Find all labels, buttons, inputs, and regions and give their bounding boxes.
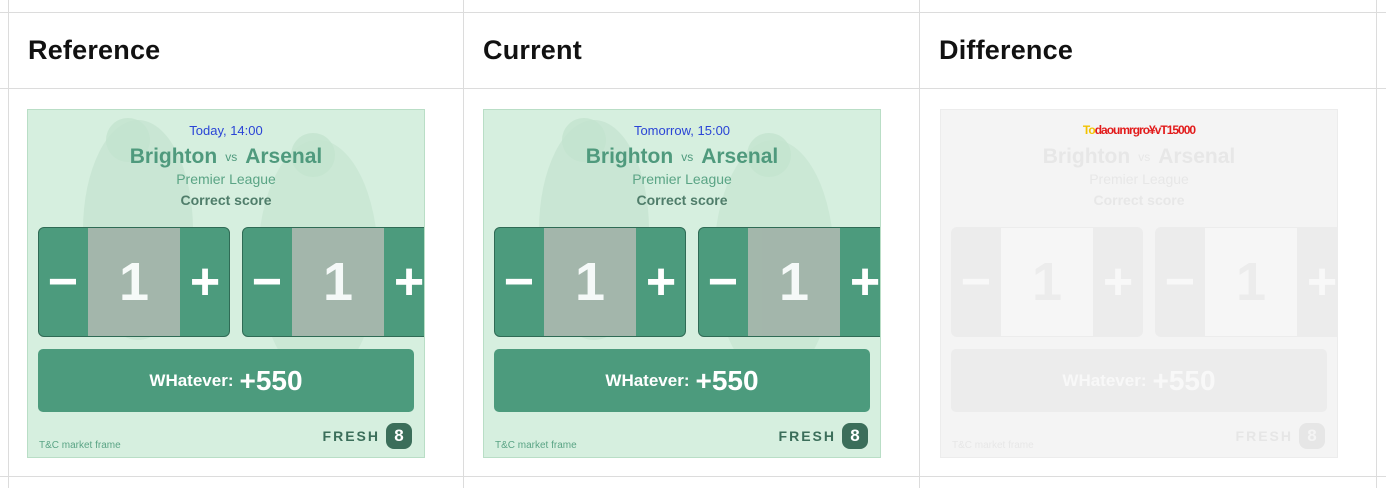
- away-team: Arsenal: [701, 145, 779, 168]
- current-widget: Tomorrow, 15:00 Brighton vs Arsenal Premie…: [483, 109, 881, 458]
- fresh8-logo-icon: 8: [386, 423, 412, 449]
- reference-widget: Today, 14:00 Brighton vs Arsenal Premier L…: [27, 109, 425, 458]
- plus-icon[interactable]: +: [385, 228, 424, 336]
- plus-icon[interactable]: +: [181, 228, 229, 336]
- bet-button[interactable]: WHatever: +550: [38, 349, 414, 412]
- fresh8-logo-icon: 8: [1299, 423, 1325, 449]
- market-name: Correct score: [180, 192, 272, 208]
- bet-button-odds: +550: [695, 364, 759, 396]
- market-name: Correct score: [636, 192, 728, 208]
- vs-label: vs: [1138, 150, 1151, 165]
- plus-icon: +: [1102, 253, 1134, 311]
- terms-link[interactable]: T&C market frame: [39, 440, 121, 451]
- diff-datetime-highlight: Todaoumrgro¥vT15000: [941, 123, 1337, 137]
- match-teams: Brighton vs Arsenal: [28, 145, 424, 169]
- header-label: Reference: [28, 34, 161, 65]
- header-divider: [0, 88, 1386, 89]
- home-score-stepper: − 1 +: [494, 227, 686, 337]
- vs-label: vs: [225, 150, 238, 165]
- bet-button[interactable]: WHatever: +550: [494, 349, 870, 412]
- home-score-value: 1: [88, 228, 180, 336]
- minus-icon[interactable]: −: [495, 228, 543, 336]
- header-difference: Difference: [919, 12, 1376, 88]
- comparison-table: Reference Current Difference Today, 14:0…: [0, 0, 1386, 488]
- away-score-value: 1: [292, 228, 384, 336]
- bet-button: WHatever: +550: [951, 349, 1327, 412]
- terms-link: T&C market frame: [952, 440, 1034, 451]
- home-team: Brighton: [129, 145, 218, 168]
- brand-word: FRESH: [1235, 428, 1293, 444]
- home-score-value: 1: [1001, 228, 1093, 336]
- minus-icon[interactable]: −: [243, 228, 291, 336]
- bet-button-odds: +550: [1152, 364, 1216, 396]
- match-datetime: Today, 14:00: [189, 123, 263, 138]
- away-team: Arsenal: [245, 145, 323, 168]
- away-score-value: 1: [1205, 228, 1297, 336]
- fresh8-logo-icon: 8: [842, 423, 868, 449]
- header-current: Current: [463, 12, 919, 88]
- plus-icon[interactable]: +: [637, 228, 685, 336]
- away-team: Arsenal: [1158, 145, 1236, 168]
- plus-icon[interactable]: +: [841, 228, 880, 336]
- home-score-stepper: − 1 +: [38, 227, 230, 337]
- difference-widget: Todaoumrgro¥vT15000 Brighton vs Arsenal Pr…: [940, 109, 1338, 458]
- fresh8-logo: FRESH 8: [323, 423, 412, 449]
- league-name: Premier League: [1089, 171, 1189, 187]
- bet-button-label: WHatever:: [605, 370, 690, 390]
- column-divider: [1376, 0, 1377, 488]
- fresh8-logo: FRESH 8: [1236, 423, 1325, 449]
- away-score-stepper: − 1 +: [242, 227, 424, 337]
- vs-label: vs: [681, 150, 694, 165]
- header-label: Current: [483, 34, 582, 65]
- minus-icon[interactable]: −: [39, 228, 87, 336]
- minus-icon: −: [960, 253, 992, 311]
- away-score-stepper: − 1 +: [698, 227, 880, 337]
- away-score-stepper: − 1 +: [1155, 227, 1338, 337]
- row-divider: [0, 476, 1386, 477]
- minus-icon[interactable]: −: [699, 228, 747, 336]
- home-team: Brighton: [585, 145, 674, 168]
- brand-word: FRESH: [322, 428, 380, 444]
- league-name: Premier League: [176, 171, 276, 187]
- plus-icon: +: [1306, 253, 1338, 311]
- header-label: Difference: [939, 34, 1074, 65]
- diff-date-overlap: daoumrgro¥vT15000: [1094, 123, 1196, 137]
- home-score-value: 1: [544, 228, 636, 336]
- home-team: Brighton: [1042, 145, 1131, 168]
- bet-button-label: WHatever:: [1062, 370, 1147, 390]
- fresh8-logo: FRESH 8: [779, 423, 868, 449]
- bet-button-odds: +550: [239, 364, 303, 396]
- league-name: Premier League: [632, 171, 732, 187]
- match-teams: Brighton vs Arsenal: [484, 145, 880, 169]
- diff-date-prefix: To: [1082, 123, 1096, 137]
- away-score-value: 1: [748, 228, 840, 336]
- terms-link[interactable]: T&C market frame: [495, 440, 577, 451]
- market-name: Correct score: [1093, 192, 1185, 208]
- brand-word: FRESH: [778, 428, 836, 444]
- header-reference: Reference: [8, 12, 463, 88]
- bet-button-label: WHatever:: [149, 370, 234, 390]
- match-teams: Brighton vs Arsenal: [941, 145, 1337, 169]
- home-score-stepper: − 1 +: [951, 227, 1143, 337]
- minus-icon: −: [1164, 253, 1196, 311]
- match-datetime: Tomorrow, 15:00: [633, 123, 731, 138]
